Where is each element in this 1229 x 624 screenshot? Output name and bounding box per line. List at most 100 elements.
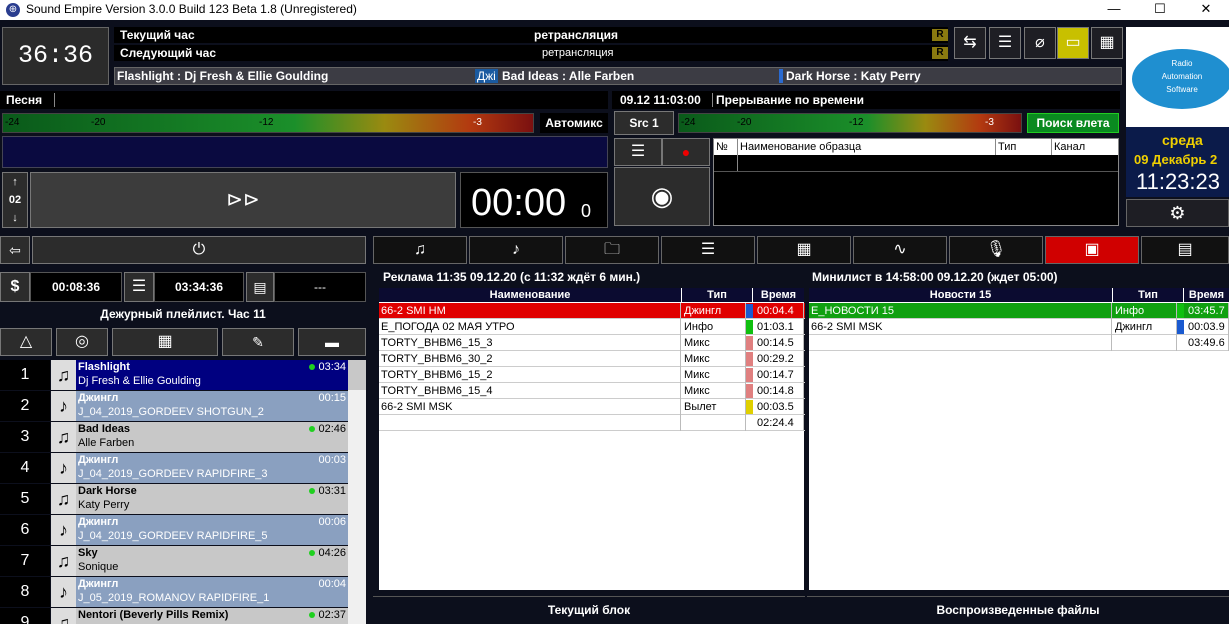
search-button[interactable]: Поиск влета: [1027, 113, 1119, 133]
playlist-item-duration: 00:15: [318, 391, 346, 405]
exit-icon[interactable]: ⇦: [0, 236, 30, 264]
tab-music-note-icon[interactable]: ♪: [469, 236, 563, 264]
playlist-item-title: Джингл: [78, 392, 119, 404]
song-label: Песня: [6, 93, 43, 107]
cell-name: E_ПОГОДА 02 МАЯ УТРО: [379, 319, 681, 335]
playlist-item[interactable]: 1 ♫ Flashlight Dj Fresh & Ellie Goulding 03:…: [0, 360, 348, 391]
interrupt-vu-meter: -24 -20 -12 -3: [678, 113, 1022, 133]
queue-item-2-prefix: Джі: [475, 69, 498, 83]
played-files-label: Воспроизведенные файлы: [807, 596, 1229, 624]
table-row[interactable]: E_НОВОСТИ 15 Инфо 03:45.7: [809, 303, 1229, 319]
minus-icon[interactable]: ▬: [298, 328, 366, 356]
playlist-item[interactable]: 2 ♪ Джингл J_04_2019_GORDEEV SHOTGUN_2 00:15: [0, 391, 348, 422]
dollar-icon[interactable]: $: [0, 272, 30, 302]
table-row[interactable]: 66-2 SMI HM Джингл 00:04.4: [379, 303, 805, 319]
counter-2: 03:34:36: [154, 272, 244, 302]
status-dot: [309, 426, 316, 433]
tab-waveform-icon[interactable]: ∿: [853, 236, 947, 264]
samples-table: №№ Наименование образца Тип Канал: [713, 138, 1119, 226]
ads-col-name: Наименование: [379, 288, 681, 302]
music-note-icon: ♪: [51, 577, 76, 607]
song-header: Песня: [0, 91, 608, 109]
clapper-icon-2[interactable]: ▦: [112, 328, 218, 356]
list-icon-2[interactable]: ☰: [124, 272, 154, 302]
settings-icon[interactable]: ⚙: [1126, 199, 1229, 227]
monitor-icon[interactable]: ▭: [1057, 27, 1089, 59]
table-row[interactable]: 66-2 SMI MSK Вылет 00:03.5: [379, 399, 805, 415]
satellite-icon[interactable]: ⌀: [1024, 27, 1056, 59]
maximize-button[interactable]: ☐: [1137, 0, 1183, 20]
tab-folder-music-icon[interactable]: 🗀: [565, 236, 659, 264]
automix-button[interactable]: Автомикс: [540, 113, 608, 133]
record-icon[interactable]: ●: [662, 138, 710, 166]
playlist-icon[interactable]: ☰: [614, 138, 662, 166]
cell-type: Джингл: [682, 303, 746, 319]
playlist-item[interactable]: 4 ♪ Джингл J_04_2019_GORDEEV RAPIDFIRE_3 00:…: [0, 453, 348, 484]
source-button[interactable]: Src 1: [614, 111, 674, 135]
tab-list-icon[interactable]: ☰: [661, 236, 755, 264]
ads-col-type: Тип: [682, 288, 752, 302]
rss-icon[interactable]: ◉: [614, 167, 710, 226]
cell-name: E_НОВОСТИ 15: [809, 303, 1112, 319]
eye-icon[interactable]: ◎: [56, 328, 108, 356]
playlist-item[interactable]: 9 ♫ Nentori (Beverly Pills Remix) 02:37: [0, 608, 348, 624]
cell-name: [379, 415, 681, 431]
ads-table: Наименование Тип Время 66-2 SMI HM Джингл…: [379, 288, 805, 590]
swap-icon[interactable]: ⇆: [954, 27, 986, 59]
playlist-item-number: 3: [0, 422, 50, 452]
list-icon[interactable]: ☰: [989, 27, 1021, 59]
cell-type: Микс: [682, 335, 746, 351]
table-row[interactable]: 02:24.4: [379, 415, 805, 431]
cell-type: Джингл: [1113, 319, 1177, 335]
queue-item-3[interactable]: Dark Horse : Katy Perry: [786, 69, 921, 83]
playlist-item[interactable]: 6 ♪ Джингл J_04_2019_GORDEEV RAPIDFIRE_5 00:…: [0, 515, 348, 546]
recycle-icon[interactable]: △: [0, 328, 52, 356]
brand-line-3: Software: [1166, 85, 1198, 94]
table-row[interactable]: TORTY_ВНВМ6_15_3 Микс 00:14.5: [379, 335, 805, 351]
playlist-item[interactable]: 8 ♪ Джингл J_05_2019_ROMANOV RAPIDFIRE_1 00:…: [0, 577, 348, 608]
cell-time: 03:49.6: [1186, 335, 1229, 351]
table-row[interactable]: TORTY_ВНВМ6_15_4 Микс 00:14.8: [379, 383, 805, 399]
table-row[interactable]: 66-2 SMI MSK Джингл 00:03.9: [809, 319, 1229, 335]
counter-stepper[interactable]: ↑ 02 ↓: [2, 172, 28, 228]
playlist-title: Дежурный плейлист. Час 11: [100, 307, 266, 321]
queue-item-2[interactable]: Bad Ideas : Alle Farben: [502, 69, 634, 83]
status-dot: [309, 488, 316, 495]
table-row[interactable]: TORTY_ВНВМ6_30_2 Микс 00:29.2: [379, 351, 805, 367]
tab-microphone-icon[interactable]: 🎙: [949, 236, 1043, 264]
playlist-item[interactable]: 5 ♫ Dark Horse Katy Perry 03:31: [0, 484, 348, 515]
timer-frac: 0: [581, 201, 592, 221]
current-block-label: Текущий блок: [373, 596, 805, 624]
power-icon[interactable]: ⏻: [32, 236, 366, 264]
brand-logo: Radio Automation Software: [1126, 27, 1229, 127]
playlist-scrollbar[interactable]: [348, 360, 366, 624]
playlist-item-duration: 02:37: [309, 608, 346, 622]
queue-item-1[interactable]: Flashlight : Dj Fresh & Ellie Goulding: [117, 69, 328, 83]
tab-clapper-icon[interactable]: ▦: [757, 236, 851, 264]
stepper-up-icon[interactable]: ↑: [3, 173, 27, 191]
queue-marker: [779, 69, 783, 83]
document-icon-2[interactable]: ▤: [246, 272, 274, 302]
window-title: Sound Empire Version 3.0.0 Build 123 Bet…: [26, 2, 357, 16]
playlist-item[interactable]: 3 ♫ Bad Ideas Alle Farben 02:46: [0, 422, 348, 453]
hour-clock: 36:36: [2, 27, 109, 85]
minilist-table: Новости 15 Тип Время E_НОВОСТИ 15 Инфо 03:…: [809, 288, 1229, 590]
playlist-item-body: Джингл J_05_2019_ROMANOV RAPIDFIRE_1 00:04: [76, 577, 348, 607]
grid-icon[interactable]: ▦: [1091, 27, 1123, 59]
playlist-item[interactable]: 7 ♫ Sky Sonique 04:26: [0, 546, 348, 577]
playlist-item-body: Bad Ideas Alle Farben 02:46: [76, 422, 348, 452]
next-track-button[interactable]: ⊳⊳: [30, 172, 456, 228]
status-dot: [309, 364, 316, 371]
close-button[interactable]: ✕: [1183, 0, 1229, 20]
minimize-button[interactable]: —: [1091, 0, 1137, 20]
pin-icon[interactable]: ✎: [222, 328, 294, 356]
stepper-down-icon[interactable]: ↓: [3, 209, 27, 227]
table-row[interactable]: E_ПОГОДА 02 МАЯ УТРО Инфо 01:03.1: [379, 319, 805, 335]
status-dot: [309, 550, 316, 557]
tab-music-multi-icon[interactable]: ♫: [373, 236, 467, 264]
table-row[interactable]: 03:49.6: [809, 335, 1229, 351]
cell-name: TORTY_ВНВМ6_15_2: [379, 367, 681, 383]
tab-document-icon[interactable]: ▤: [1141, 236, 1229, 264]
table-row[interactable]: TORTY_ВНВМ6_15_2 Микс 00:14.7: [379, 367, 805, 383]
tab-calendar-icon[interactable]: ▣: [1045, 236, 1139, 264]
